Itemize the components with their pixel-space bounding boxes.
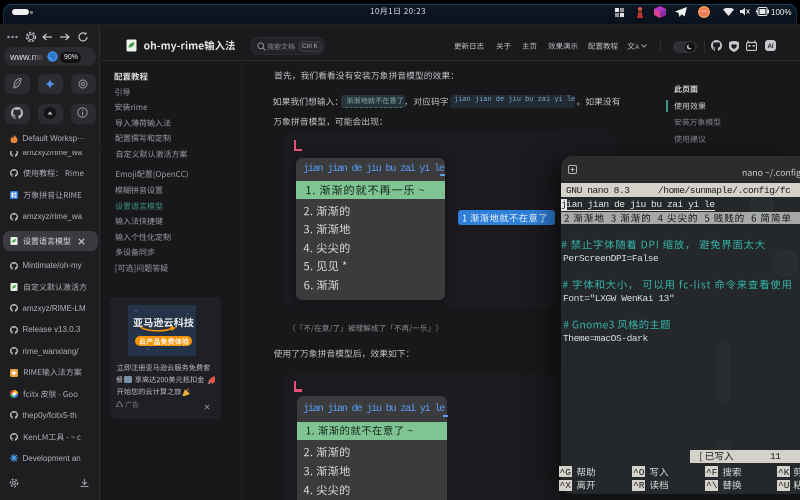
svg-text:AI: AI <box>767 44 773 50</box>
